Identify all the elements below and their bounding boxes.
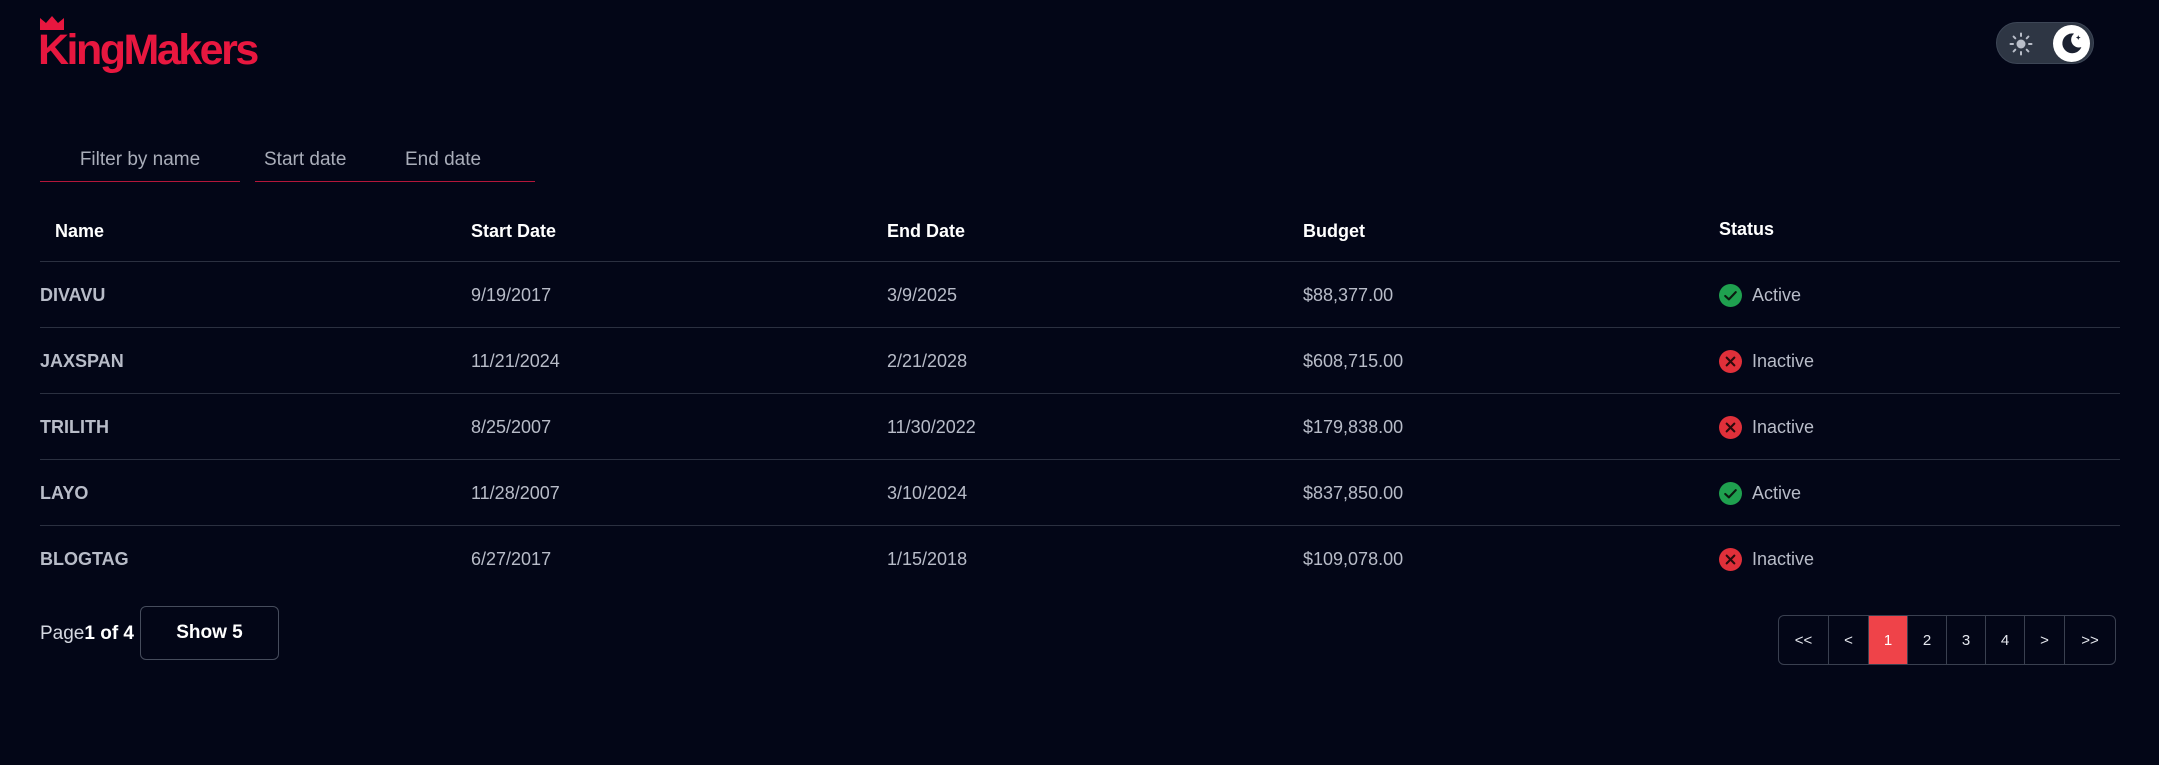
page-value: 1 of 4 xyxy=(84,623,134,644)
cell-budget: $179,838.00 xyxy=(1303,417,1404,437)
cell-budget: $109,078.00 xyxy=(1303,549,1404,569)
page-prefix: Page xyxy=(40,623,85,644)
status-label: Inactive xyxy=(1752,549,1815,569)
sun-icon xyxy=(2009,32,2033,56)
cell-start-date: 9/19/2017 xyxy=(471,285,552,305)
page: KingMakers Filter by name Start date End… xyxy=(0,0,2159,765)
cell-name: TRILITH xyxy=(40,417,109,437)
projects-table: Name Start Date End Date Budget Status D… xyxy=(40,196,2120,591)
first-page-button[interactable]: << xyxy=(1779,616,1829,664)
name-filter-input[interactable] xyxy=(40,140,240,180)
cell-start-date: 6/27/2017 xyxy=(471,549,552,569)
check-circle-icon xyxy=(1719,283,1742,307)
column-header-start-date[interactable]: Start Date xyxy=(471,196,556,266)
x-circle-icon xyxy=(1719,415,1742,439)
previous-page-button[interactable]: < xyxy=(1829,616,1869,664)
cell-start-date: 11/28/2007 xyxy=(471,483,560,503)
page-3-button[interactable]: 3 xyxy=(1947,616,1986,664)
cell-budget: $88,377.00 xyxy=(1303,285,1394,305)
table-row[interactable]: BLOGTAG 6/27/2017 1/15/2018 $109,078.00 … xyxy=(40,526,2120,591)
page-4-button[interactable]: 4 xyxy=(1986,616,2025,664)
cell-start-date: 11/21/2024 xyxy=(471,351,560,371)
status-label: Active xyxy=(1752,483,1802,503)
toggle-knob[interactable] xyxy=(2053,25,2090,62)
cell-status: Active xyxy=(1719,460,1801,526)
cell-end-date: 1/15/2018 xyxy=(887,549,968,569)
page-size-button[interactable]: Show 5 xyxy=(140,606,279,660)
cell-name: LAYO xyxy=(40,483,89,503)
table-row[interactable]: LAYO 11/28/2007 3/10/2024 $837,850.00 Ac… xyxy=(40,460,2120,526)
last-page-button[interactable]: >> xyxy=(2065,616,2115,664)
cell-name: BLOGTAG xyxy=(40,549,129,569)
cell-start-date: 8/25/2007 xyxy=(471,417,552,437)
status-label: Active xyxy=(1752,285,1802,305)
moon-icon xyxy=(2062,33,2082,54)
column-header-budget[interactable]: Budget xyxy=(1303,196,1365,266)
cell-name: JAXSPAN xyxy=(40,351,124,371)
cell-status: Inactive xyxy=(1719,328,1814,394)
cell-end-date: 11/30/2022 xyxy=(887,417,976,437)
page-2-button[interactable]: 2 xyxy=(1908,616,1947,664)
status-label: Inactive xyxy=(1752,351,1815,371)
check-circle-icon xyxy=(1719,481,1742,505)
cell-end-date: 3/9/2025 xyxy=(887,285,958,305)
start-date-input[interactable] xyxy=(264,140,384,180)
theme-toggle[interactable] xyxy=(1996,22,2094,64)
page-indicator: Page1 of 4 xyxy=(40,620,134,648)
cell-budget: $837,850.00 xyxy=(1303,483,1404,503)
x-circle-icon xyxy=(1719,547,1742,571)
x-circle-icon xyxy=(1719,349,1742,373)
page-1-button[interactable]: 1 xyxy=(1869,616,1908,664)
crown-icon xyxy=(40,16,64,30)
column-header-name[interactable]: Name xyxy=(55,196,104,266)
name-filter xyxy=(40,140,240,182)
table-row[interactable]: DIVAVU 9/19/2017 3/9/2025 $88,377.00 Act… xyxy=(40,262,2120,328)
brand-name: KingMakers xyxy=(38,26,259,74)
table-row[interactable]: TRILITH 8/25/2007 11/30/2022 $179,838.00… xyxy=(40,394,2120,460)
cell-end-date: 2/21/2028 xyxy=(887,351,968,371)
brand-logo[interactable]: KingMakers xyxy=(38,12,259,74)
table-row[interactable]: JAXSPAN 11/21/2024 2/21/2028 $608,715.00… xyxy=(40,328,2120,394)
cell-name: DIVAVU xyxy=(40,285,106,305)
pagination: << < 1 2 3 4 > >> xyxy=(1778,615,2116,665)
column-header-status[interactable]: Status xyxy=(1719,196,1774,262)
date-range-filter xyxy=(255,140,535,182)
cell-budget: $608,715.00 xyxy=(1303,351,1404,371)
next-page-button[interactable]: > xyxy=(2025,616,2065,664)
cell-status: Inactive xyxy=(1719,526,1814,592)
end-date-input[interactable] xyxy=(405,140,525,180)
table-header: Name Start Date End Date Budget Status xyxy=(40,196,2120,262)
cell-status: Inactive xyxy=(1719,394,1814,460)
cell-status: Active xyxy=(1719,262,1801,328)
status-label: Inactive xyxy=(1752,417,1815,437)
cell-end-date: 3/10/2024 xyxy=(887,483,968,503)
column-header-end-date[interactable]: End Date xyxy=(887,196,965,266)
